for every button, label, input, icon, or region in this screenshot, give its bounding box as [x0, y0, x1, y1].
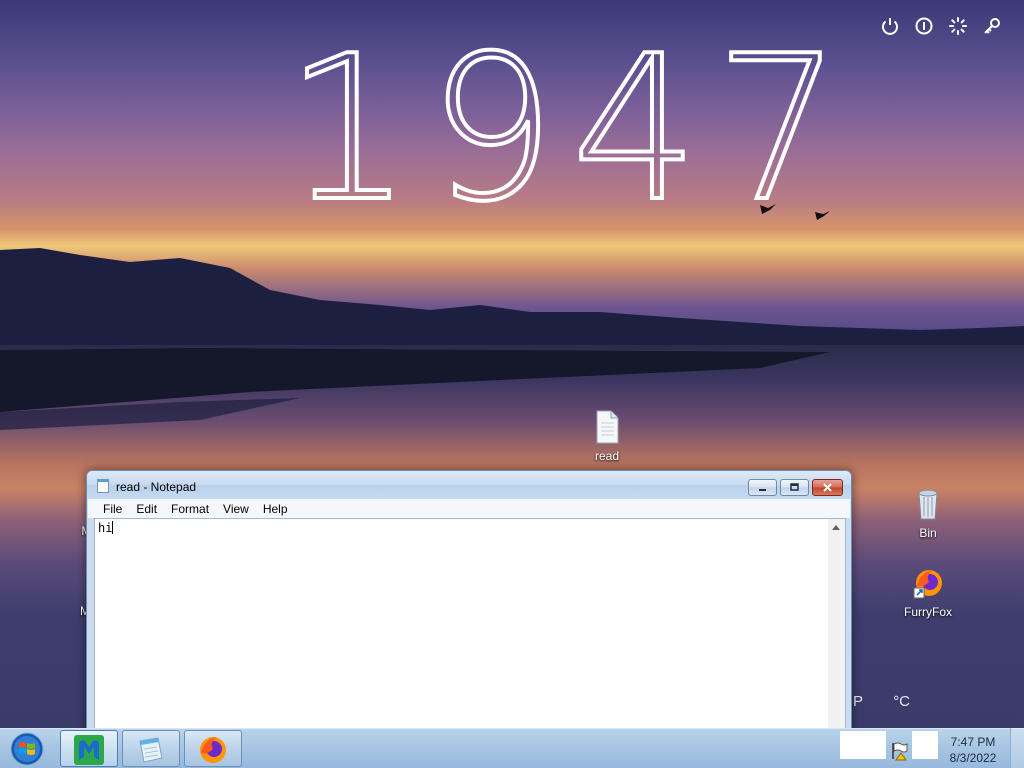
window-title: read - Notepad: [116, 480, 197, 494]
clock-time: 7:47 PM: [950, 735, 996, 749]
start-button[interactable]: [6, 731, 48, 767]
close-icon: [823, 483, 832, 492]
desktop-icon-furryfox[interactable]: FurryFox: [893, 566, 963, 619]
minimize-icon: [759, 489, 766, 491]
firefox-icon: [913, 570, 942, 599]
weather-label: P: [853, 693, 864, 710]
tray-blank-area: [840, 731, 886, 759]
temperature-unit: °C: [893, 693, 911, 710]
maximize-button[interactable]: [780, 479, 809, 496]
taskbar-notepad[interactable]: [122, 730, 180, 767]
desktop-icon-label: FurryFox: [904, 605, 952, 619]
power-icon[interactable]: [880, 16, 900, 36]
desktop-icon-label: read: [594, 449, 620, 463]
action-center-flag-icon[interactable]: [890, 741, 910, 761]
editor-text-line: hi: [98, 521, 114, 535]
desktop-icon-bin[interactable]: Bin: [893, 487, 963, 540]
text-editor[interactable]: hi: [94, 518, 846, 740]
menu-format[interactable]: Format: [164, 502, 216, 516]
partial-icon-2: [48, 570, 90, 604]
firefox-icon: [200, 737, 226, 763]
taskbar-malwarebytes[interactable]: [60, 730, 118, 767]
system-icons: [880, 16, 1002, 36]
menu-view[interactable]: View: [216, 502, 256, 516]
taskbar-firefox[interactable]: [184, 730, 242, 767]
clock-date: 8/3/2022: [949, 751, 997, 765]
notepad-window[interactable]: read - Notepad File Edit Format View Hel…: [86, 470, 852, 740]
taskbar-clock[interactable]: 7:47 PM 8/3/2022: [941, 734, 1005, 766]
notepad-app-icon: [97, 479, 109, 493]
text-caret: [112, 521, 114, 534]
scroll-up-arrow-icon[interactable]: [832, 525, 840, 530]
tray-blank-area-2: [912, 731, 938, 759]
malwarebytes-icon: [74, 735, 104, 765]
desktop-icon-label: M: [80, 604, 90, 618]
show-desktop-button[interactable]: [1010, 728, 1024, 768]
editor-content: hi: [98, 521, 113, 535]
taskbar: [0, 728, 1024, 768]
menu-bar: File Edit Format View Help: [88, 499, 850, 518]
menu-file[interactable]: File: [96, 502, 129, 516]
minimize-button[interactable]: [748, 479, 777, 496]
vertical-scrollbar[interactable]: [828, 519, 845, 739]
weather-widget: P °C: [853, 693, 936, 710]
desktop-icon-read[interactable]: read: [572, 410, 642, 463]
maximize-icon: [790, 483, 799, 491]
menu-help[interactable]: Help: [256, 502, 295, 516]
desktop-icon-label: Bin: [919, 526, 937, 540]
key-icon[interactable]: [982, 16, 1002, 36]
window-controls: [748, 479, 843, 496]
info-icon[interactable]: [914, 16, 934, 36]
notepad-icon: [139, 737, 163, 763]
lockscreen-clock: 1947: [283, 13, 858, 246]
file-icon: [596, 410, 619, 444]
menu-edit[interactable]: Edit: [129, 502, 164, 516]
desktop-icon-partial-2[interactable]: M: [48, 570, 90, 618]
recycle-bin-icon: [918, 489, 938, 520]
window-titlebar[interactable]: read - Notepad: [87, 471, 851, 499]
close-button[interactable]: [812, 479, 843, 496]
loading-icon[interactable]: [948, 16, 968, 36]
